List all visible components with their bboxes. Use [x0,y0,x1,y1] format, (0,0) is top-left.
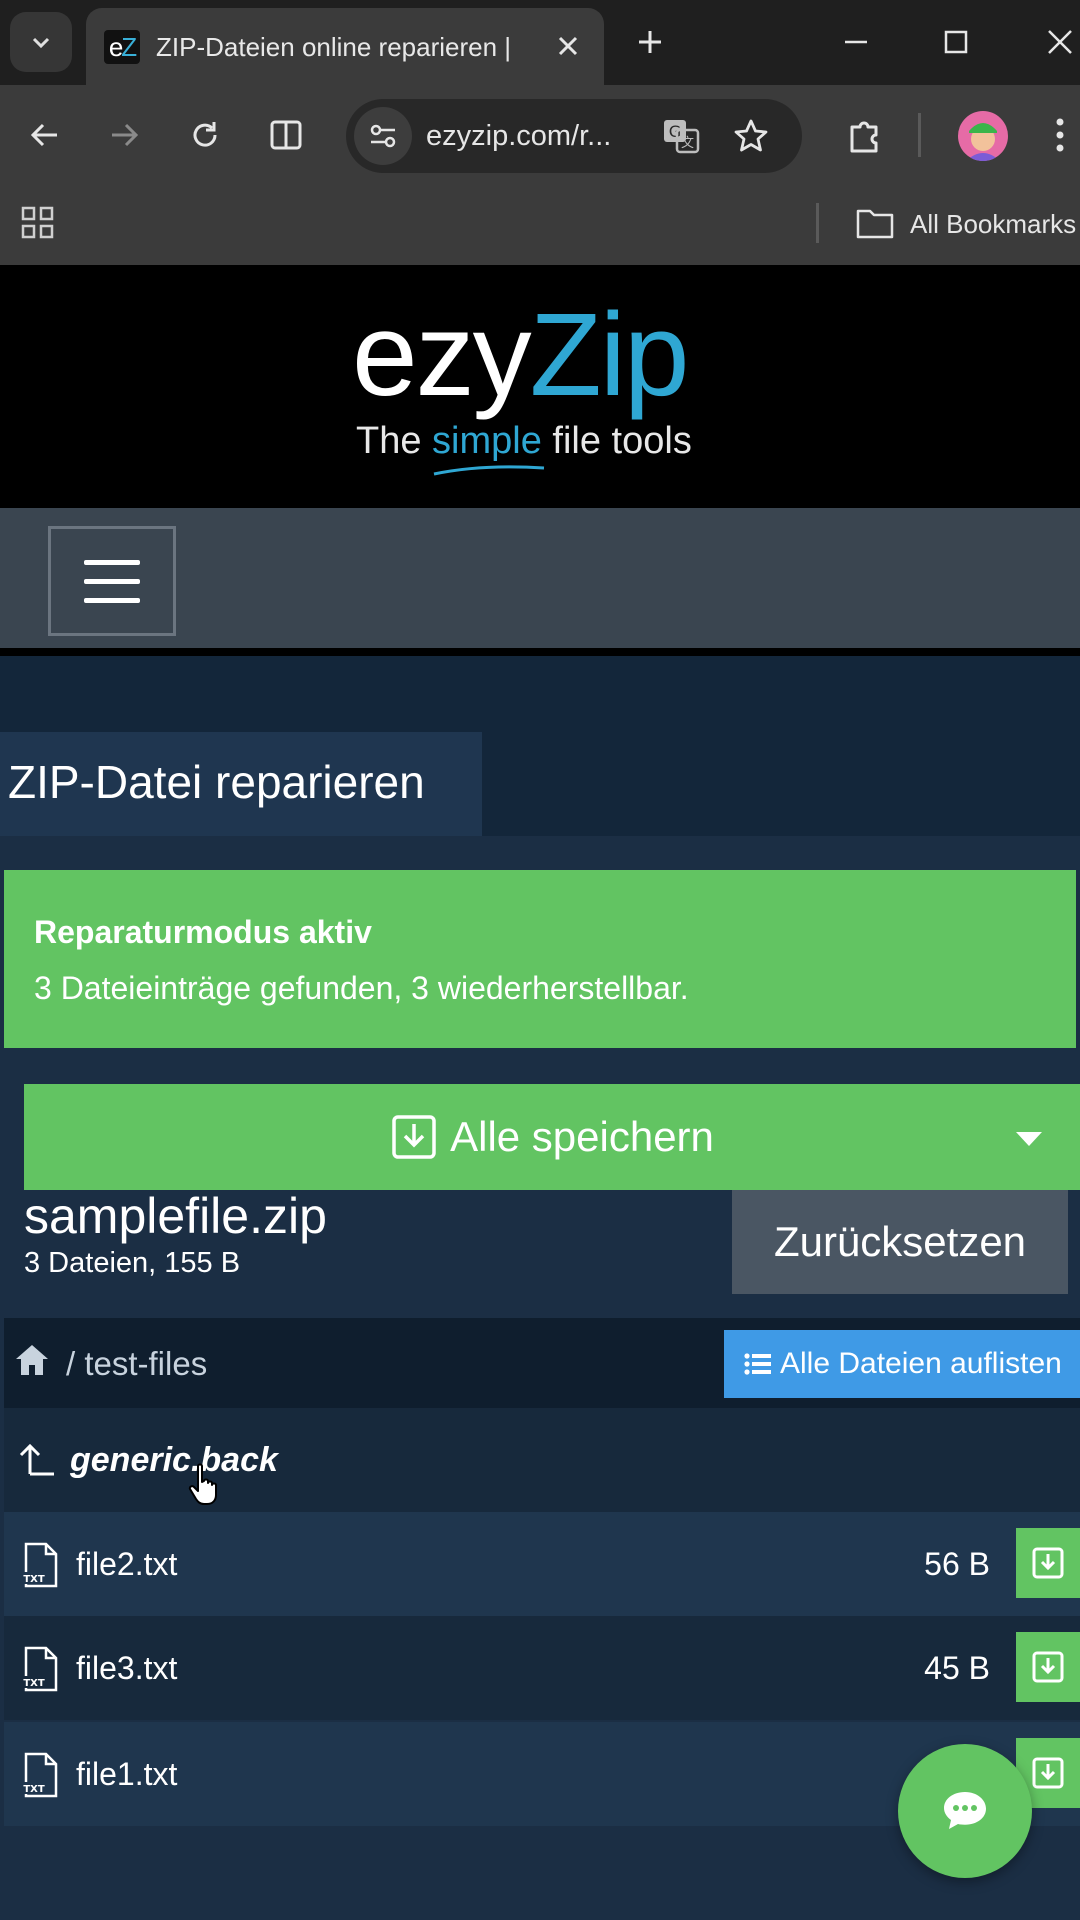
site-navbar [0,508,1080,656]
save-all-label: Alle speichern [450,1113,714,1160]
svg-text:TXT: TXT [23,1784,45,1795]
svg-text:TXT: TXT [23,1574,45,1585]
reset-button[interactable]: Zurücksetzen [732,1190,1068,1294]
bookmarks-divider [816,203,819,243]
toolbar-divider [918,113,921,157]
chat-widget-button[interactable] [898,1744,1032,1878]
save-options-dropdown-caret[interactable] [1016,1132,1042,1146]
svg-text:文: 文 [681,136,694,151]
table-row[interactable]: TXT file3.txt 45 B [4,1616,1080,1720]
page-title: ZIP-Datei reparieren [8,756,425,808]
folder-icon [856,207,896,243]
star-icon [734,119,768,152]
level-up-icon [18,1440,58,1480]
tab-close-button[interactable] [548,26,588,66]
site-info-icon [370,124,396,148]
translate-button[interactable]: G文 [656,111,706,161]
window-close-button[interactable] [1030,12,1080,72]
more-menu-button[interactable] [1040,107,1080,163]
archive-name: samplefile.zip [24,1188,327,1244]
hamburger-menu-button[interactable] [48,526,176,636]
reload-button[interactable] [177,107,233,163]
txt-file-icon: TXT [22,1646,58,1692]
window-close-icon [1048,30,1072,54]
download-icon [1032,1547,1064,1579]
download-file-button[interactable] [1016,1632,1080,1702]
close-icon [558,36,578,56]
download-file-button[interactable] [1016,1528,1080,1598]
svg-text:TXT: TXT [23,1678,45,1689]
extensions-button[interactable] [836,107,892,163]
list-all-files-label: Alle Dateien auflisten [780,1347,1062,1380]
file-size: 45 B [924,1650,990,1686]
ezyzip-favicon-icon: eZ [104,30,140,64]
table-row[interactable]: TXT file2.txt 56 B [4,1512,1080,1616]
back-icon [30,123,57,147]
bookmarks-bar: All Bookmarks [0,187,1080,265]
tab-search-button[interactable] [10,12,72,72]
alert-text: 3 Dateieinträge gefunden, 3 wiederherste… [34,970,689,1006]
maximize-button[interactable] [926,12,986,72]
translate-icon: G文 [664,120,700,154]
more-icon [1056,118,1064,152]
download-icon [392,1115,436,1159]
file-size: 56 B [924,1546,990,1582]
minimize-button[interactable] [826,12,886,72]
address-bar[interactable]: ezyzip.com/r... G文 [346,99,802,173]
browser-tab-bar: eZ ZIP-Dateien online reparieren | [0,0,1080,85]
file-name[interactable]: file3.txt [76,1646,177,1690]
save-all-button[interactable]: Alle speichern [24,1084,1080,1190]
site-logo[interactable]: ezyZip [352,285,690,425]
browser-tab-active[interactable]: eZ ZIP-Dateien online reparieren | [86,8,604,85]
back-button[interactable] [17,107,73,163]
back-link[interactable]: generic.back [70,1438,278,1482]
new-tab-button[interactable] [628,20,672,64]
minimize-icon [845,40,867,44]
maximize-icon [944,30,968,54]
bookmark-star-button[interactable] [726,111,776,161]
archive-meta: 3 Dateien, 155 B [24,1247,241,1279]
apps-button[interactable] [20,205,60,245]
extensions-icon [850,121,878,153]
profile-avatar-icon [966,123,1000,161]
repair-status-alert [4,870,1076,1048]
url-text[interactable]: ezyzip.com/r... [426,117,611,155]
chat-icon [944,1792,986,1829]
download-icon [1032,1757,1064,1789]
tab-title: ZIP-Dateien online reparieren | [156,32,512,62]
alert-title: Reparaturmodus aktiv [34,914,372,950]
file-name[interactable]: file2.txt [76,1542,177,1586]
txt-file-icon: TXT [22,1752,58,1798]
hand-cursor-icon [188,1463,217,1505]
plus-icon [639,31,661,53]
home-icon[interactable] [14,1342,54,1382]
all-bookmarks-link[interactable]: All Bookmarks [910,207,1076,241]
svg-text:G: G [669,122,681,141]
apps-icon [21,206,54,239]
site-info-button[interactable] [354,107,412,165]
browser-toolbar: ezyzip.com/r... G文 [0,85,1080,187]
chevron-down-icon [32,37,50,49]
site-tagline: The simple file tools [356,420,692,462]
list-icon [744,1353,771,1375]
forward-button[interactable] [96,107,152,163]
download-icon [1032,1651,1064,1683]
site-header: ezyZip The simple file tools [0,265,1080,508]
breadcrumb-path[interactable]: / test-files [66,1342,207,1386]
file-name[interactable]: file1.txt [76,1752,177,1796]
txt-file-icon: TXT [22,1542,58,1588]
split-view-icon [270,120,302,150]
avatar[interactable] [958,111,1008,161]
tagline-underline-swoosh [433,465,545,476]
forward-icon [112,123,139,147]
list-all-files-button[interactable]: Alle Dateien auflisten [724,1330,1080,1398]
split-view-button[interactable] [258,107,314,163]
list-item-back[interactable]: generic.back [4,1408,1080,1512]
reload-icon [193,122,217,147]
